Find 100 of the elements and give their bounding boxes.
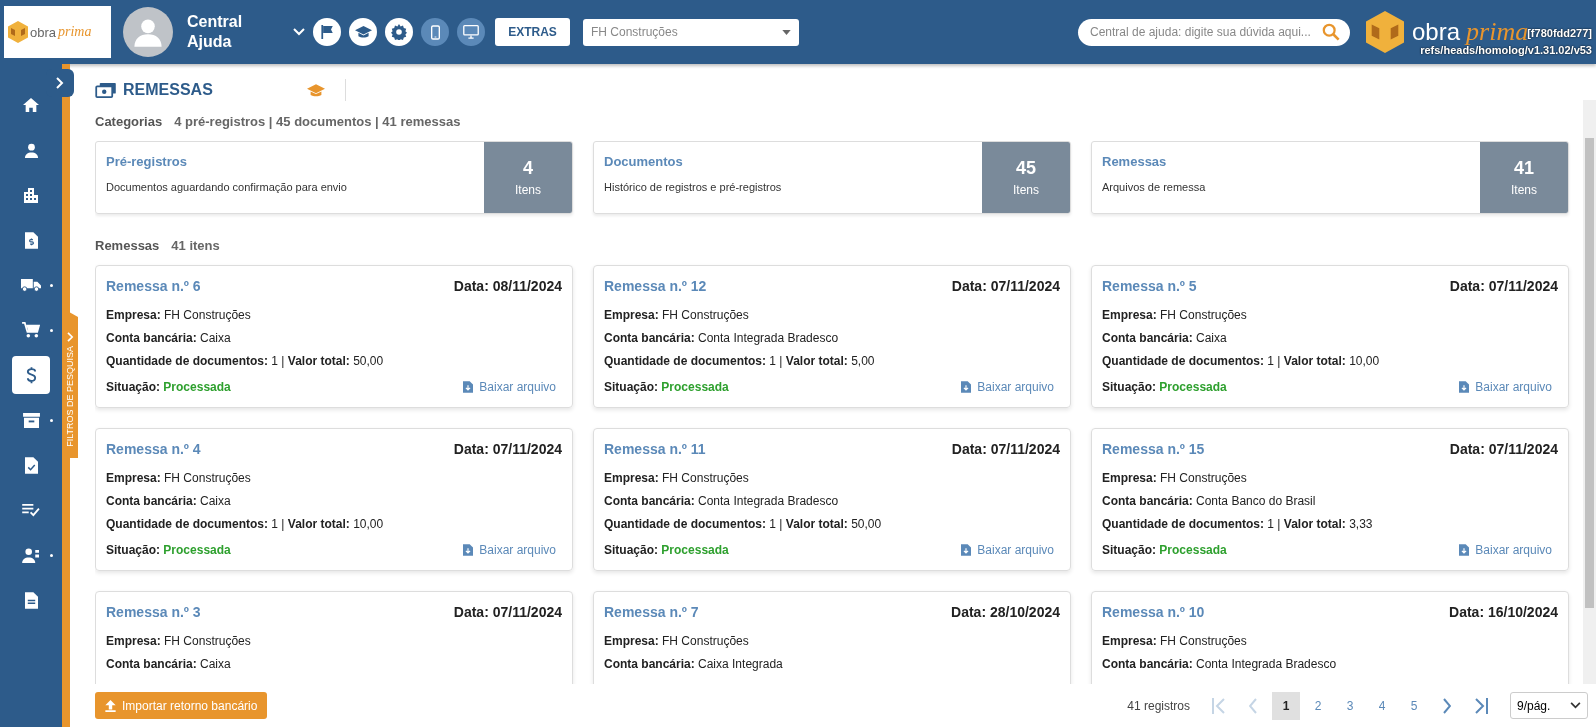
section-label: Remessas <box>95 238 160 253</box>
remittance-date: Data: 28/10/2024 <box>951 604 1060 620</box>
download-link[interactable]: Baixar arquivo <box>463 380 556 394</box>
category-card[interactable]: Remessas Arquivos de remessa 41 Itens <box>1091 141 1569 214</box>
chevron-down-icon[interactable] <box>293 28 305 36</box>
remittance-detail: Conta bancária: Conta Integrada Bradesco <box>604 494 840 508</box>
toolbar-button[interactable] <box>313 18 341 46</box>
download-link[interactable]: Baixar arquivo <box>961 543 1054 557</box>
page-button[interactable]: 5 <box>1400 691 1428 720</box>
remittance-title[interactable]: Remessa n.º 5 <box>1102 278 1197 294</box>
download-link[interactable]: Baixar arquivo <box>463 543 556 557</box>
remittance-detail: Empresa: FH Construções <box>604 308 750 322</box>
company-select[interactable]: FH Construções <box>583 18 799 46</box>
remittance-detail: Conta bancária: Caixa <box>1102 331 1228 345</box>
extras-button[interactable]: EXTRAS <box>495 18 570 46</box>
page-button[interactable]: 2 <box>1304 691 1332 720</box>
chevron-down-icon <box>1570 702 1581 709</box>
page-button[interactable]: 1 <box>1272 691 1300 720</box>
remittance-detail: Quantidade de documentos: 1 | Valor total: 10,00 <box>106 517 385 531</box>
remittance-detail: Empresa: FH Construções <box>604 634 750 648</box>
archive-icon <box>22 412 40 428</box>
chevron-right-icon <box>1443 697 1451 714</box>
remittance-detail: Conta bancária: Caixa <box>106 657 232 671</box>
category-card[interactable]: Documentos Histórico de registros e pré-registros 45 Itens <box>593 141 1071 214</box>
submenu-dot-icon <box>50 284 53 287</box>
logo-script-text: prima <box>58 24 92 40</box>
remittance-detail: Empresa: FH Construções <box>1102 308 1248 322</box>
file-download-icon <box>463 381 474 393</box>
cart-icon <box>22 322 40 338</box>
user-icon <box>23 142 39 158</box>
remittance-detail: Quantidade de documentos: 1 | Valor total: 10,00 <box>1102 354 1381 368</box>
remittance-detail: Conta bancária: Conta Banco do Brasil <box>1102 494 1317 508</box>
remittance-detail: Conta bancária: Conta Integrada Bradesco <box>604 331 840 345</box>
remittance-detail: Empresa: FH Construções <box>106 471 252 485</box>
scrollbar[interactable] <box>1583 100 1596 684</box>
category-description: Documentos aguardando confirmação para envio <box>106 181 348 193</box>
remittance-detail: Conta bancária: Caixa <box>106 494 232 508</box>
document-check-icon <box>24 456 38 474</box>
category-title: Remessas <box>1102 154 1168 169</box>
help-search-field[interactable]: Central de ajuda: digite sua dúvida aqui... <box>1078 18 1350 46</box>
submenu-dot-icon <box>50 329 53 332</box>
download-link[interactable]: Baixar arquivo <box>1459 543 1552 557</box>
download-link[interactable]: Baixar arquivo <box>1459 380 1552 394</box>
remittance-date: Data: 08/11/2024 <box>453 278 562 294</box>
remittance-title[interactable]: Remessa n.º 11 <box>604 441 706 457</box>
remittance-date: Data: 07/11/2024 <box>951 278 1060 294</box>
dollar-icon <box>25 365 37 385</box>
monitor-icon <box>463 25 479 39</box>
remittance-date: Data: 07/11/2024 <box>453 604 562 620</box>
page-button[interactable]: 4 <box>1368 691 1396 720</box>
remittance-date: Data: 07/11/2024 <box>1449 278 1558 294</box>
invoice-icon <box>24 231 38 249</box>
cube-logo-icon <box>1366 11 1404 53</box>
first-page-icon <box>1212 697 1226 714</box>
flag-icon <box>320 25 334 39</box>
remittance-date: Data: 07/11/2024 <box>1449 441 1558 457</box>
category-card[interactable]: Pré-registros Documentos aguardando confirmação para envio 4 Itens <box>95 141 573 214</box>
brand-script-text: prima <box>1466 17 1529 46</box>
items-count: 41 itens <box>171 238 220 253</box>
per-page-select[interactable]: 9/pág. <box>1510 692 1588 719</box>
cube-logo-icon <box>8 21 28 43</box>
toolbar-button[interactable] <box>421 18 449 46</box>
remittance-title[interactable]: Remessa n.º 6 <box>106 278 201 294</box>
status-text: Situação: Processada <box>1102 543 1227 557</box>
toolbar-button[interactable] <box>349 18 377 46</box>
toolbar-button[interactable] <box>385 18 413 46</box>
categories-summary: 4 pré-registros | 45 documentos | 41 remessas <box>174 114 461 129</box>
remittance-detail: Quantidade de documentos: 1 | Valor total: 50,00 <box>106 354 385 368</box>
remittance-detail: Quantidade de documentos: 1 | Valor total: 5,00 <box>604 354 876 368</box>
status-text: Situação: Processada <box>106 543 231 557</box>
search-icon <box>1322 23 1340 41</box>
graduation-cap-icon <box>354 25 372 39</box>
remittance-detail: Empresa: FH Construções <box>1102 471 1248 485</box>
remittance-detail: Quantidade de documentos: 1 | Valor total: 50,00 <box>604 517 883 531</box>
download-link[interactable]: Baixar arquivo <box>961 380 1054 394</box>
build-ref: refs/heads/homolog/v1.31.02/v53 <box>1420 44 1592 56</box>
page-button[interactable]: 3 <box>1336 691 1364 720</box>
status-text: Situação: Processada <box>604 380 729 394</box>
remittance-detail: Empresa: FH Construções <box>106 634 252 648</box>
file-download-icon <box>961 544 972 556</box>
remittance-title[interactable]: Remessa n.º 4 <box>106 441 201 457</box>
workers-icon <box>21 547 41 563</box>
remittance-date: Data: 07/11/2024 <box>951 441 1060 457</box>
remittance-detail: Conta bancária: Caixa <box>106 331 232 345</box>
remittance-date: Data: 07/11/2024 <box>453 441 562 457</box>
remittance-detail: Empresa: FH Construções <box>604 471 750 485</box>
status-text: Situação: Processada <box>106 380 231 394</box>
category-title: Pré-registros <box>106 154 188 169</box>
remittance-title[interactable]: Remessa n.º 12 <box>604 278 707 294</box>
remittance-title[interactable]: Remessa n.º 3 <box>106 604 201 620</box>
import-button[interactable]: Importar retorno bancário <box>95 692 268 719</box>
remittance-title[interactable]: Remessa n.º 10 <box>1102 604 1205 620</box>
sidebar-item[interactable] <box>12 356 50 394</box>
toolbar-button[interactable] <box>457 18 485 46</box>
submenu-dot-icon <box>50 419 53 422</box>
remittance-title[interactable]: Remessa n.º 15 <box>1102 441 1205 457</box>
remittance-title[interactable]: Remessa n.º 7 <box>604 604 699 620</box>
status-text: Situação: Processada <box>1102 380 1227 394</box>
money-icon <box>95 82 117 98</box>
document-icon <box>24 591 38 609</box>
